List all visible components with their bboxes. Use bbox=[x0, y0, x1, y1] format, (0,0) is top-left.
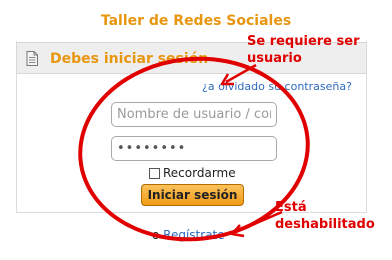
login-block-title: Debes iniciar sesión bbox=[50, 51, 209, 67]
remember-me[interactable]: Recordarme bbox=[149, 166, 236, 180]
annotation-required-line-1: Se requiere ser bbox=[247, 34, 360, 49]
forgot-password-link[interactable]: ¿a olvidado su contraseña? bbox=[202, 80, 352, 93]
register-line: o Regístrate bbox=[152, 228, 225, 242]
annotation-disabled-line-2: deshabilitado bbox=[275, 217, 375, 232]
document-icon bbox=[26, 51, 38, 66]
annotation-arrowhead-disabled bbox=[230, 224, 245, 238]
password-input[interactable] bbox=[111, 136, 277, 161]
site-title: Taller de Redes Sociales bbox=[100, 13, 292, 29]
register-prefix: o bbox=[152, 228, 160, 242]
remember-me-label: Recordarme bbox=[163, 166, 236, 180]
username-input[interactable] bbox=[111, 102, 277, 127]
remember-me-checkbox[interactable] bbox=[149, 167, 160, 179]
register-link[interactable]: Regístrate bbox=[163, 228, 224, 242]
annotation-disabled-note: Está deshabilitado bbox=[275, 199, 375, 233]
login-button[interactable]: Iniciar sesión bbox=[141, 184, 244, 206]
annotation-required-note: Se requiere ser usuario bbox=[247, 33, 360, 67]
annotation-disabled-line-1: Está bbox=[275, 200, 307, 215]
annotation-required-line-2: usuario bbox=[247, 51, 302, 66]
